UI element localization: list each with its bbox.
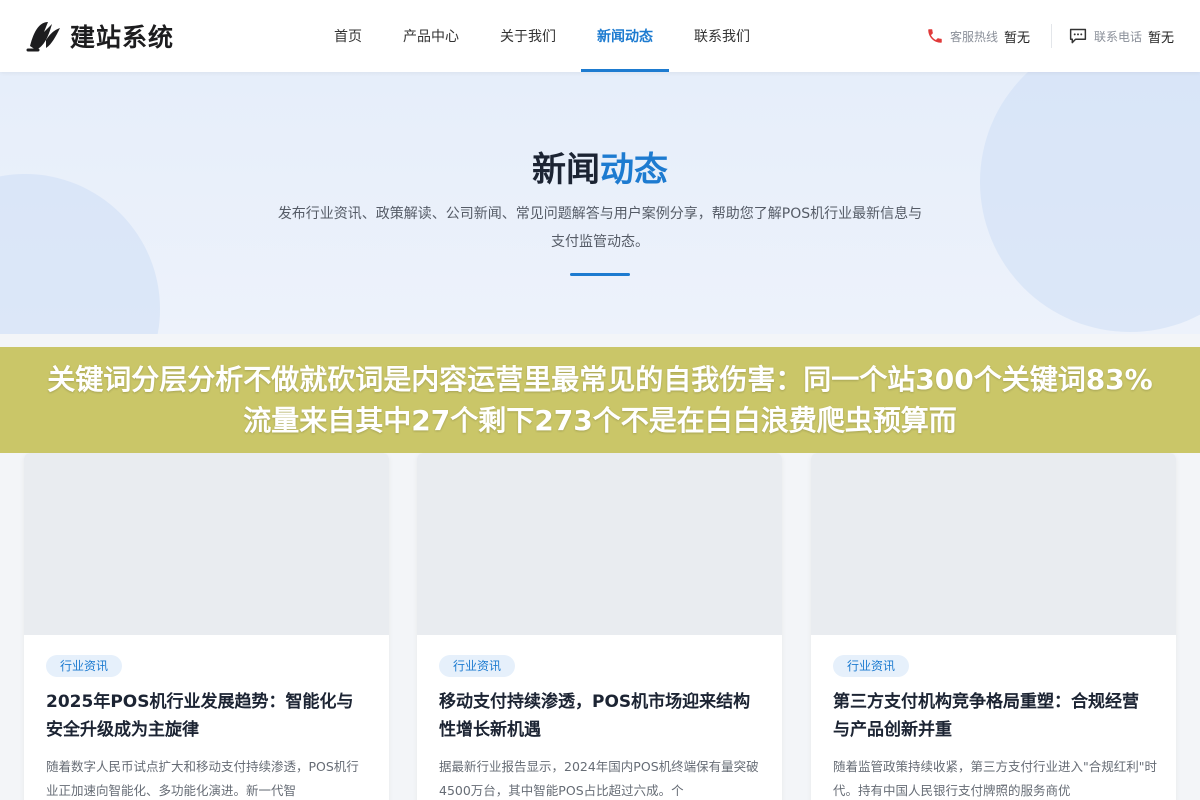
nav-item-about[interactable]: 关于我们: [484, 0, 572, 72]
news-card-title[interactable]: 移动支付持续渗透，POS机市场迎来结构性增长新机遇: [439, 688, 759, 744]
page-title: 新闻动态: [0, 142, 1200, 191]
news-card-image: [417, 453, 782, 635]
nav-item-products[interactable]: 产品中心: [387, 0, 475, 72]
contact-phone-value: 暂无: [1148, 30, 1175, 46]
news-card-tag[interactable]: 行业资讯: [833, 655, 910, 677]
hotline-value: 暂无: [1004, 30, 1031, 46]
main-nav: 首页 产品中心 关于我们 新闻动态 联系我们: [318, 0, 775, 72]
news-card-title[interactable]: 第三方支付机构竞争格局重塑：合规经营与产品创新并重: [833, 688, 1153, 744]
logo-text: 建站系统: [70, 23, 175, 52]
contact-phone-label: 联系电话: [1094, 29, 1143, 44]
message-icon: [1069, 28, 1087, 44]
news-card[interactable]: 行业资讯 第三方支付机构竞争格局重塑：合规经营与产品创新并重 随着监管政策持续收…: [811, 453, 1176, 800]
contact-divider: [1051, 24, 1052, 48]
news-card-image: [811, 453, 1176, 635]
news-card-title[interactable]: 2025年POS机行业发展趋势：智能化与安全升级成为主旋律: [46, 688, 366, 744]
news-card-tag[interactable]: 行业资讯: [439, 655, 516, 677]
phone-icon: [928, 29, 942, 43]
site-header: 建站系统 首页 产品中心 关于我们 新闻动态 联系我们 客服热线 暂无 联系电话…: [0, 0, 1200, 72]
nav-item-home[interactable]: 首页: [318, 0, 378, 72]
news-card-excerpt: 随着监管政策持续收紧，第三方支付行业进入"合规红利"时代。持有中国人民银行支付牌…: [833, 759, 1158, 798]
news-card[interactable]: 行业资讯 移动支付持续渗透，POS机市场迎来结构性增长新机遇 据最新行业报告显示…: [417, 453, 782, 800]
news-card-excerpt: 据最新行业报告显示，2024年国内POS机终端保有量突破4500万台，其中智能P…: [439, 759, 759, 798]
news-card[interactable]: 行业资讯 2025年POS机行业发展趋势：智能化与安全升级成为主旋律 随着数字人…: [24, 453, 389, 800]
hotline[interactable]: 客服热线 暂无: [926, 0, 1030, 72]
overlay-banner: 关键词分层分析不做就砍词是内容运营里最常见的自我伤害：同一个站300个关键词83…: [0, 347, 1200, 453]
contact-phone[interactable]: 联系电话 暂无: [1068, 0, 1174, 72]
title-underline: [570, 273, 630, 276]
overlay-banner-text: 关键词分层分析不做就砍词是内容运营里最常见的自我伤害：同一个站300个关键词83…: [47, 363, 1153, 437]
news-card-image: [24, 453, 389, 635]
site-logo[interactable]: 建站系统: [24, 16, 174, 56]
hero-section: 新闻动态 发布行业资讯、政策解读、公司新闻、常见问题解答与用户案例分享，帮助您了…: [0, 72, 1200, 334]
nav-item-contact[interactable]: 联系我们: [678, 0, 766, 72]
hotline-label: 客服热线: [950, 29, 999, 44]
news-card-excerpt: 随着数字人民币试点扩大和移动支付持续渗透，POS机行业正加速向智能化、多功能化演…: [46, 759, 359, 798]
decor-circle-left: [0, 174, 160, 334]
news-card-tag[interactable]: 行业资讯: [46, 655, 123, 677]
logo-icon: [26, 22, 60, 52]
page-title-accent: 动态: [600, 150, 668, 190]
page-description: 发布行业资讯、政策解读、公司新闻、常见问题解答与用户案例分享，帮助您了解POS机…: [277, 206, 923, 250]
page-title-main: 新闻: [532, 150, 600, 190]
decor-circle-right: [980, 72, 1200, 332]
nav-item-news[interactable]: 新闻动态: [581, 0, 669, 72]
